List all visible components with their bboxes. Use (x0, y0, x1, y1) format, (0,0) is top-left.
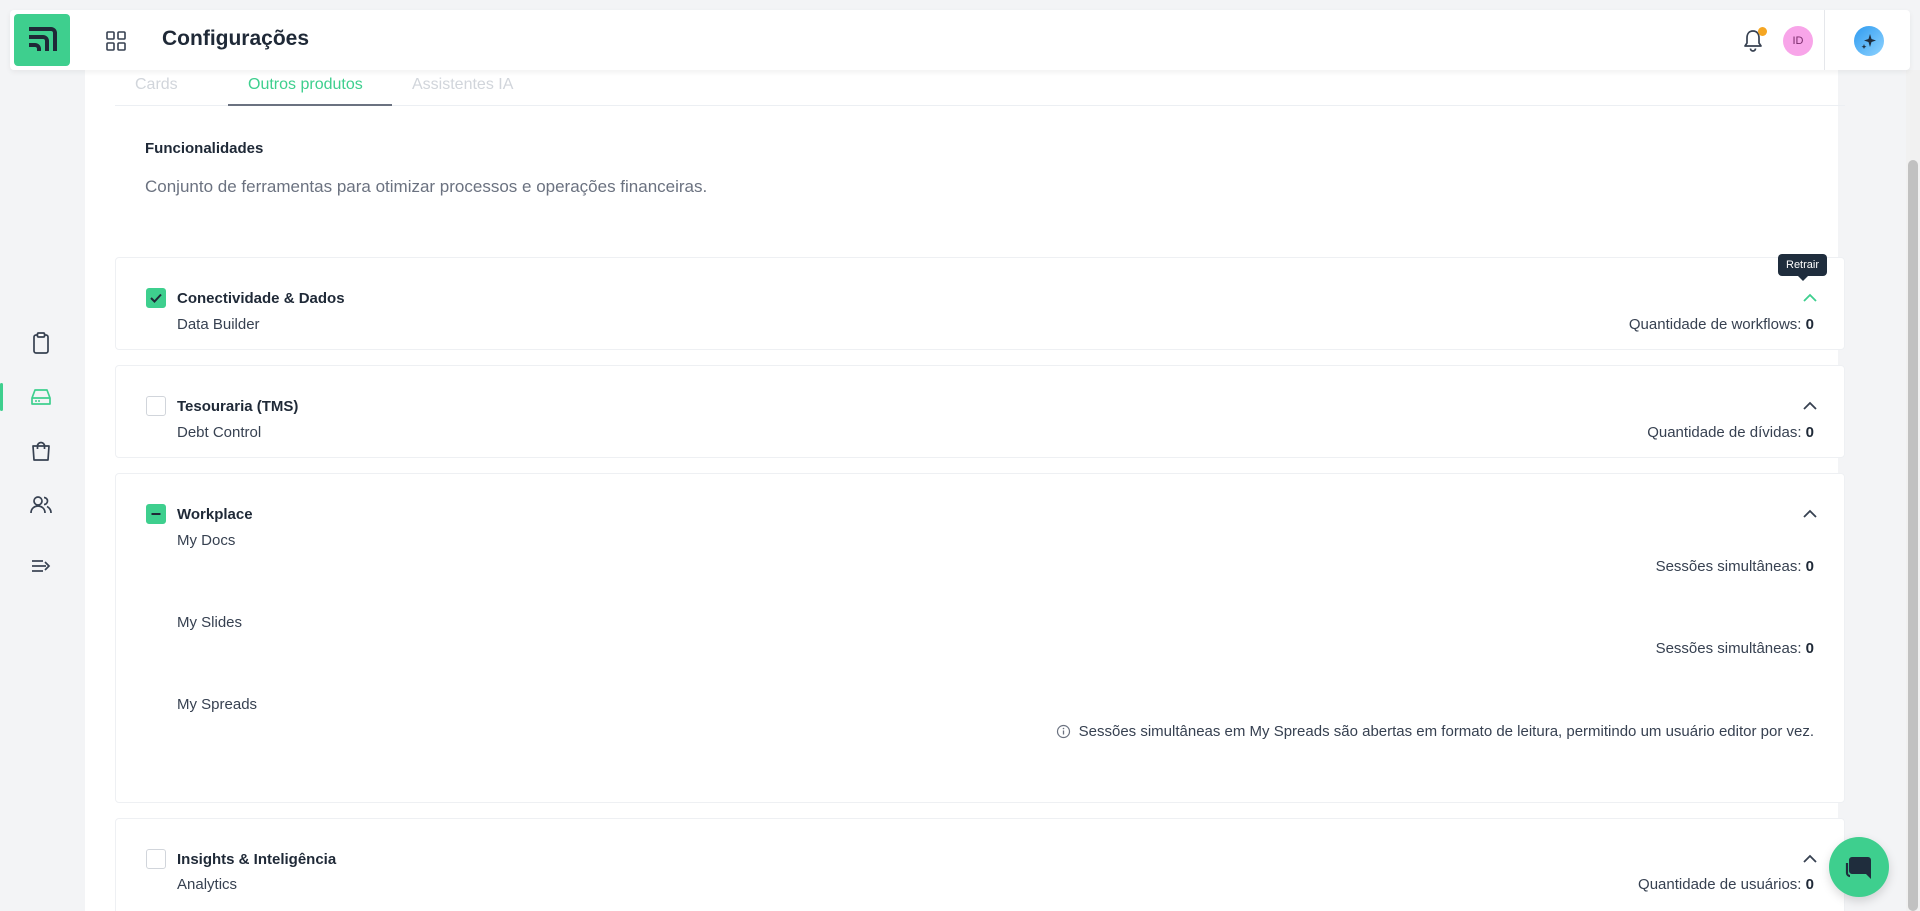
product-metric: Quantidade de workflows: 0 (1629, 316, 1814, 333)
users-icon[interactable] (28, 492, 54, 518)
product-name: My Spreads (177, 696, 258, 713)
main-content: Cards Outros produtos Assistentes IA Fun… (85, 70, 1845, 911)
tab-cards[interactable]: Cards (135, 76, 178, 94)
product-metric: Quantidade de usuários: 0 (1638, 876, 1814, 893)
shopping-bag-icon[interactable] (28, 438, 54, 464)
hard-drive-icon[interactable] (28, 384, 54, 410)
group-conectividade-dados: Conectividade & Dados Data Builder Quant… (115, 257, 1845, 350)
group-checkbox[interactable] (146, 396, 166, 416)
app-logo[interactable] (14, 14, 70, 66)
tab-assistentes-ia[interactable]: Assistentes IA (412, 76, 513, 94)
clipboard-icon[interactable] (28, 330, 54, 356)
metric-label: Quantidade de workflows: (1628, 316, 1802, 333)
metric-label: Sessões simultâneas: (1655, 558, 1802, 575)
apps-grid-icon[interactable] (105, 30, 127, 52)
group-title: Insights & Inteligência (177, 851, 337, 868)
group-title: Tesouraria (TMS) (177, 398, 299, 415)
metric-value: 0 (1805, 558, 1814, 575)
group-tesouraria: Tesouraria (TMS) Debt Control Quantidade… (115, 365, 1845, 458)
sidebar (0, 70, 85, 911)
header-divider (1824, 10, 1825, 70)
group-title: Workplace (177, 506, 253, 523)
check-icon (150, 293, 162, 303)
info-note: Sessões simultâneas em My Spreads são ab… (1056, 723, 1814, 740)
chat-support-button[interactable] (1829, 837, 1889, 897)
product-name: Data Builder (177, 316, 260, 333)
metric-label: Quantidade de dívidas: (1647, 424, 1802, 441)
scrollbar-thumb[interactable] (1908, 160, 1918, 911)
top-bar: Configurações ID (10, 10, 1910, 70)
group-checkbox[interactable] (146, 504, 166, 524)
chat-bubble-icon (1845, 857, 1871, 879)
expand-menu-icon[interactable] (28, 553, 54, 579)
product-name: My Slides (177, 614, 243, 631)
section-description: Conjunto de ferramentas para otimizar pr… (145, 177, 708, 196)
metric-value: 0 (1805, 640, 1814, 657)
chevron-up-icon[interactable] (1800, 396, 1820, 416)
minus-icon (151, 513, 161, 515)
chevron-up-icon[interactable] (1800, 288, 1820, 308)
product-name: Debt Control (177, 424, 262, 441)
collapse-tooltip: Retrair (1778, 254, 1828, 281)
product-name: Analytics (177, 876, 238, 893)
user-avatar[interactable]: ID (1783, 26, 1813, 56)
group-title: Conectividade & Dados (177, 290, 345, 307)
product-metric: Quantidade de dívidas: 0 (1647, 424, 1814, 441)
notification-dot (1758, 27, 1767, 36)
page-title: Configurações (162, 27, 310, 50)
product-metric: Sessões simultâneas: 0 (1656, 558, 1814, 575)
chevron-up-icon[interactable] (1800, 504, 1820, 524)
group-checkbox[interactable] (146, 288, 166, 308)
ai-assistant-button[interactable] (1854, 26, 1884, 56)
metric-value: 0 (1805, 424, 1814, 441)
product-metric: Sessões simultâneas: 0 (1656, 640, 1814, 657)
metric-label: Quantidade de usuários: (1638, 876, 1802, 893)
sparkle-icon (1861, 34, 1876, 49)
metric-label: Sessões simultâneas: (1655, 640, 1802, 657)
group-insights: Insights & Inteligência Analytics Quanti… (115, 818, 1845, 911)
group-workplace: Workplace My Docs Sessões simultâneas: 0… (115, 473, 1845, 803)
tab-bar: Cards Outros produtos Assistentes IA (115, 70, 1845, 106)
chevron-up-icon[interactable] (1800, 849, 1820, 869)
metric-value: 0 (1805, 876, 1814, 893)
notifications-bell-icon[interactable] (1740, 27, 1767, 53)
tab-outros-produtos[interactable]: Outros produtos (248, 76, 363, 94)
info-icon (1056, 724, 1070, 739)
note-text: Sessões simultâneas em My Spreads são ab… (1078, 723, 1814, 740)
section-title: Funcionalidades (145, 140, 264, 157)
group-checkbox[interactable] (146, 849, 166, 869)
logo-icon (29, 27, 57, 51)
product-name: My Docs (177, 532, 236, 549)
active-tab-underline (228, 104, 392, 106)
sidebar-active-indicator (0, 383, 3, 411)
metric-value: 0 (1805, 316, 1814, 333)
